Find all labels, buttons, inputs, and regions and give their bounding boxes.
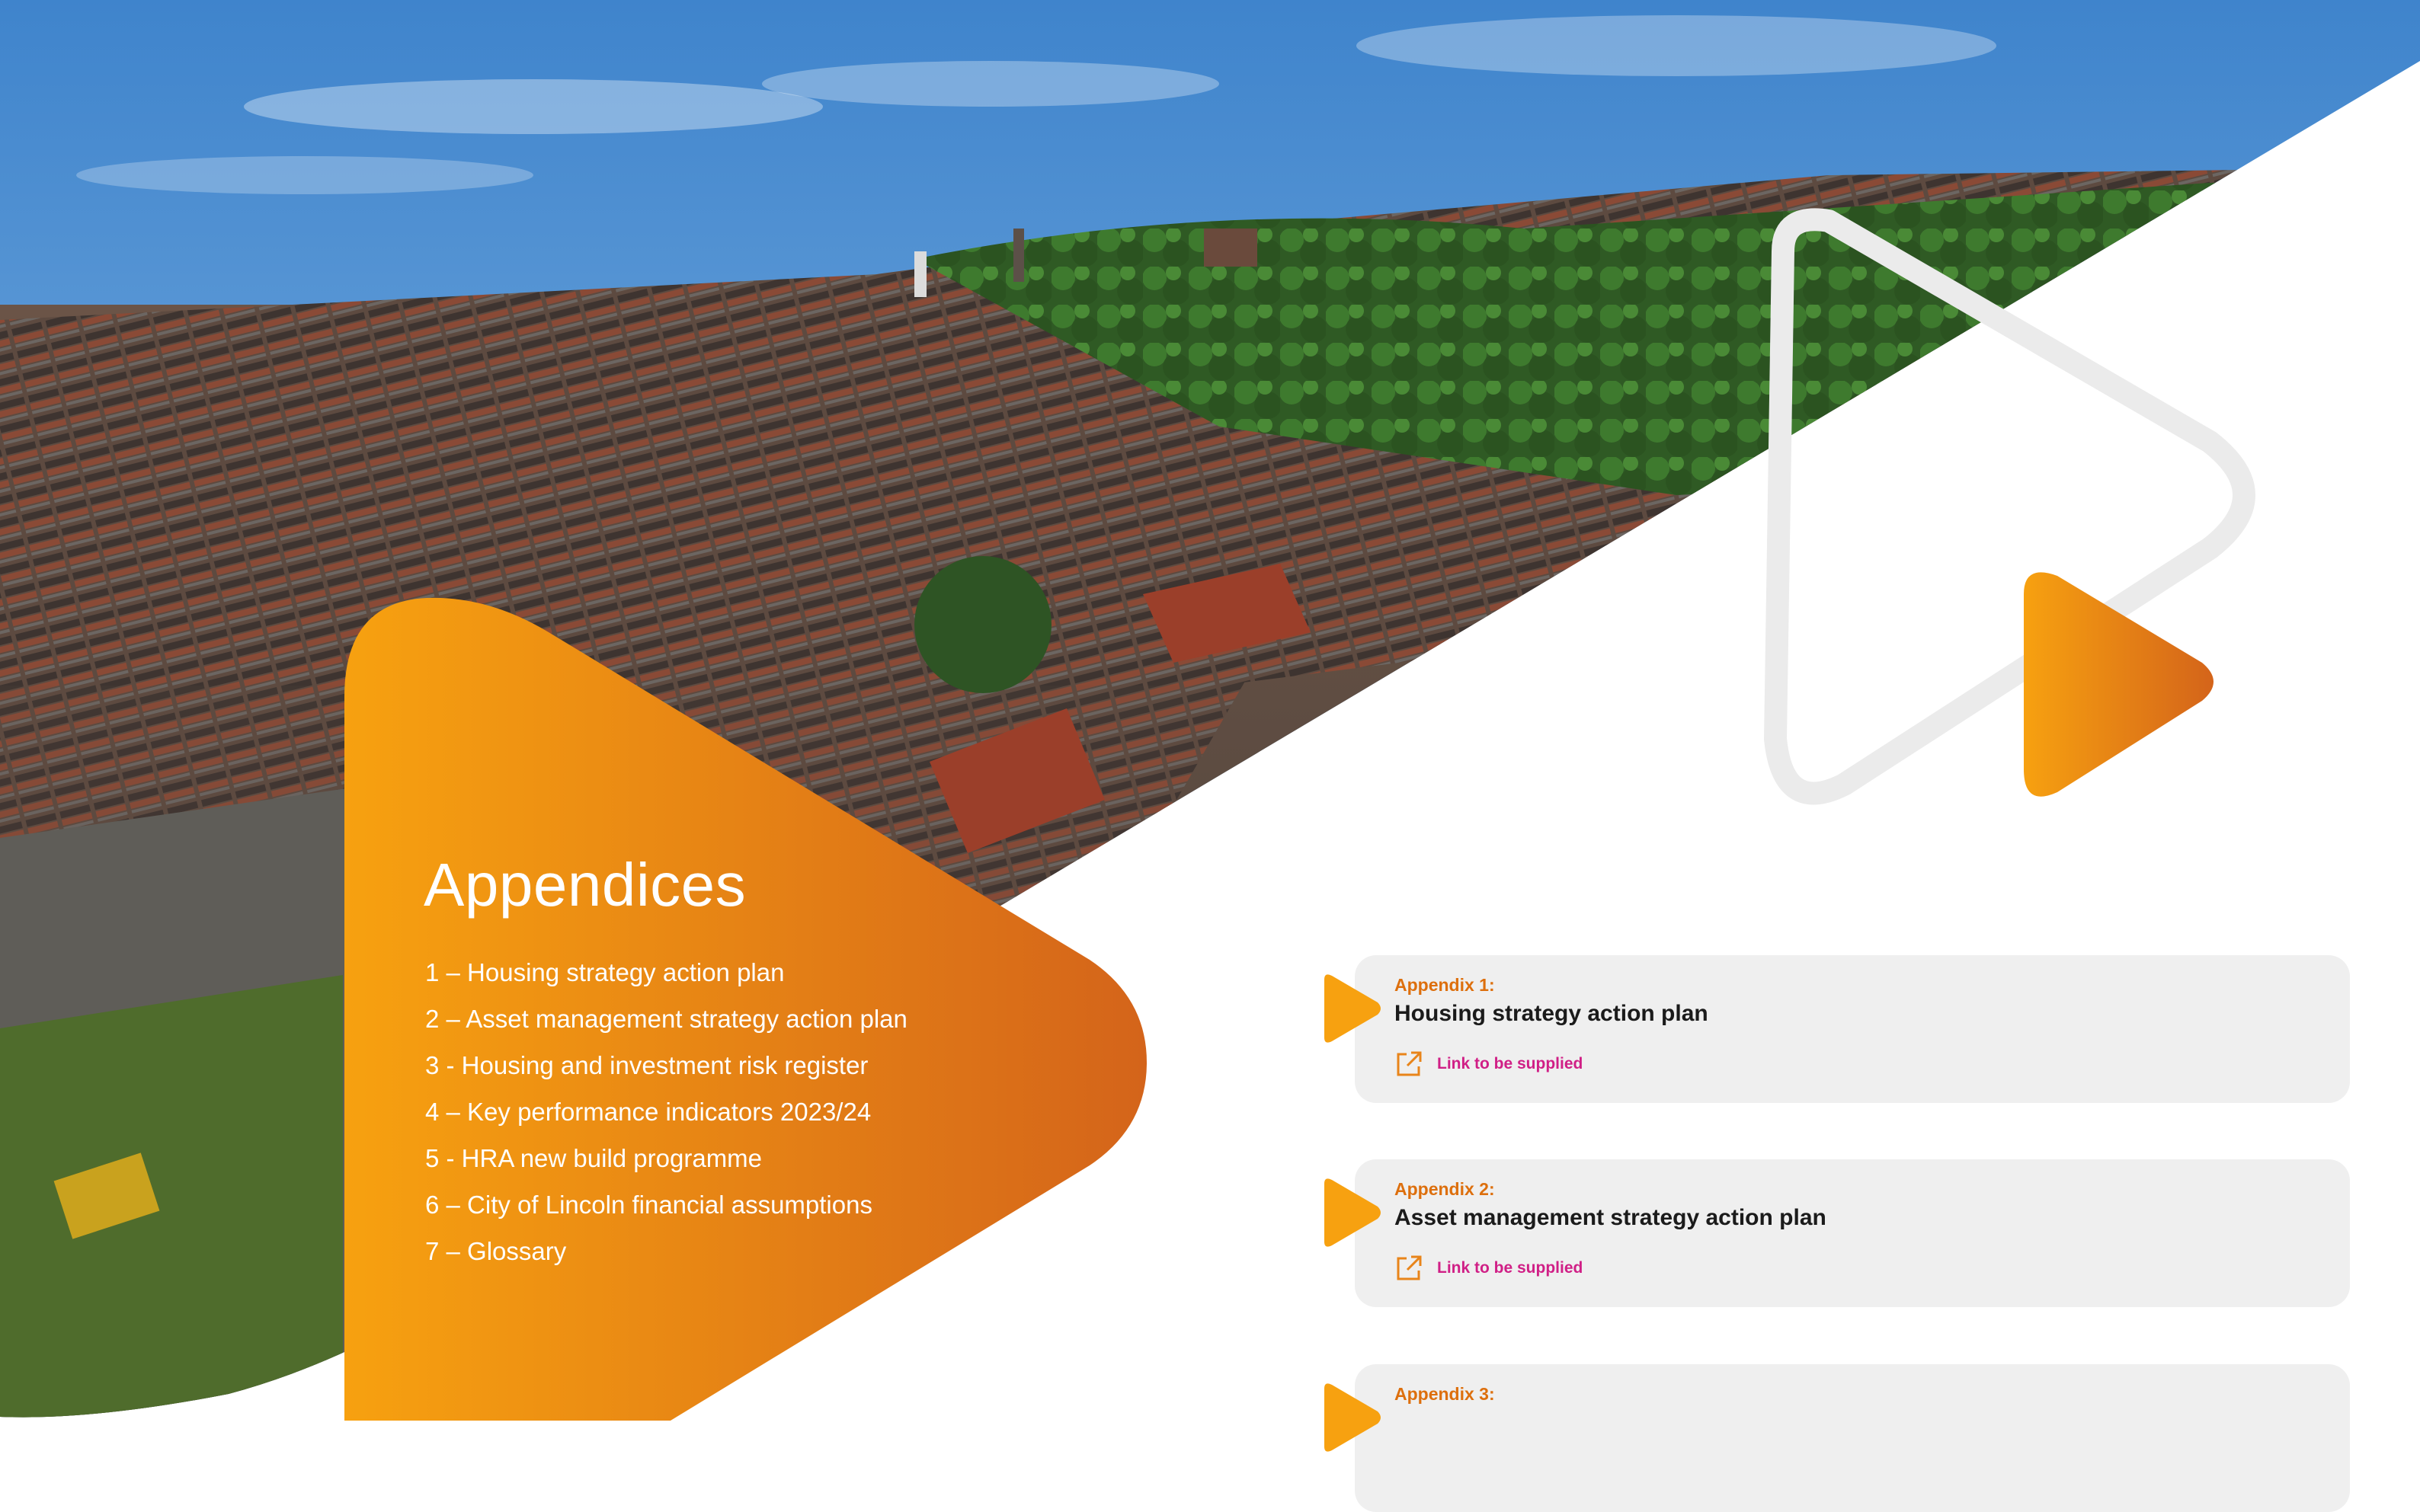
appendix-card-2: Appendix 2: Asset management strategy ac… <box>1324 1159 2350 1307</box>
appendix-link-text[interactable]: Link to be supplied <box>1437 1055 1583 1073</box>
external-link-icon <box>1397 1051 1422 1076</box>
appendix-list-item: 6 – City of Lincoln financial assumption… <box>425 1191 872 1219</box>
appendix-label: Appendix 2: <box>1394 1179 1495 1199</box>
appendix-list-item: 1 – Housing strategy action plan <box>425 958 785 986</box>
appendix-list: 1 – Housing strategy action plan 2 – Ass… <box>425 949 908 1274</box>
external-link-icon <box>1397 1255 1422 1280</box>
appendix-label: Appendix 1: <box>1394 975 1495 995</box>
appendix-link[interactable]: Link to be supplied <box>1394 1254 1583 1283</box>
appendix-list-item: 7 – Glossary <box>425 1237 567 1265</box>
appendix-list-item: 5 - HRA new build programme <box>425 1144 763 1172</box>
appendix-title: Asset management strategy action plan <box>1394 1205 1826 1230</box>
appendix-list-item: 2 – Asset management strategy action pla… <box>425 1005 908 1033</box>
appendix-list-item: 3 - Housing and investment risk register <box>425 1051 869 1079</box>
appendix-link-text[interactable]: Link to be supplied <box>1437 1259 1583 1277</box>
appendix-card-1: Appendix 1: Housing strategy action plan… <box>1324 955 2350 1103</box>
appendix-title: Housing strategy action plan <box>1394 1001 1708 1026</box>
appendix-card-3: Appendix 3: <box>1324 1364 2350 1512</box>
appendix-label: Appendix 3: <box>1394 1384 1495 1404</box>
appendix-list-item: 4 – Key performance indicators 2023/24 <box>425 1098 872 1126</box>
play-icon <box>1324 974 1381 1043</box>
appendices-title: Appendices <box>424 851 747 919</box>
appendix-link[interactable]: Link to be supplied <box>1394 1050 1583 1079</box>
play-icon <box>1324 1178 1381 1247</box>
play-icon <box>1324 1383 1381 1452</box>
